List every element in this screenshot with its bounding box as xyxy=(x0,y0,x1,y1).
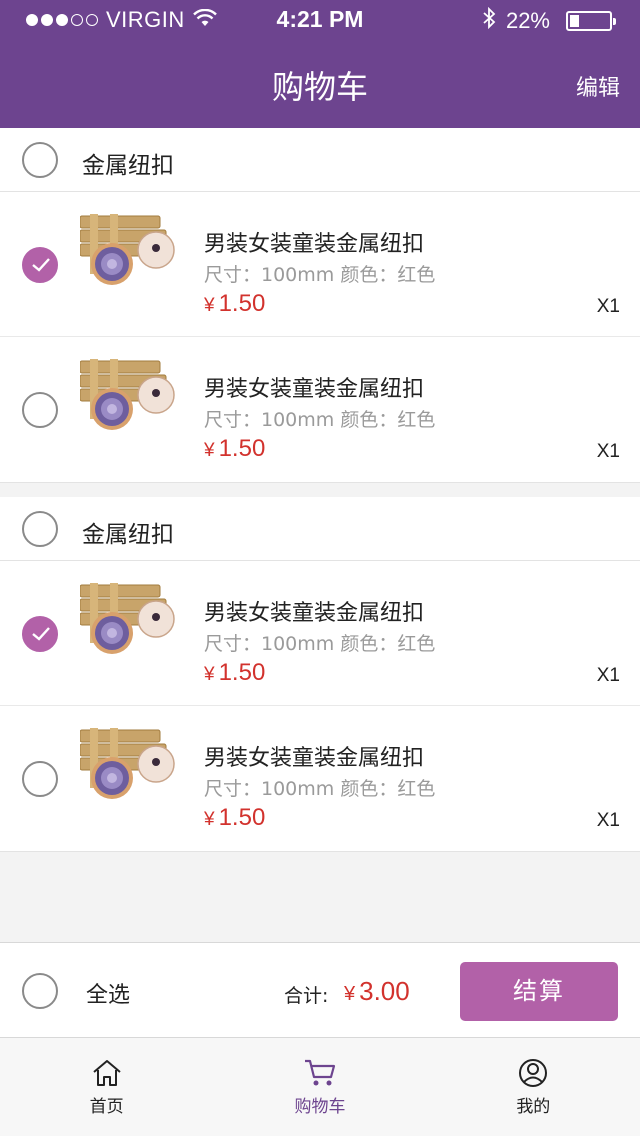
battery-percent: 22% xyxy=(505,8,550,33)
checkout-button[interactable]: 结算 xyxy=(460,962,618,1021)
tab-cart[interactable]: 购物车 xyxy=(213,1038,426,1136)
total-label: 合计: xyxy=(284,985,329,1007)
shop-select-checkbox[interactable] xyxy=(22,511,58,547)
product-price: ¥1.50 xyxy=(204,659,265,687)
price-value: 1.50 xyxy=(218,659,266,686)
tab-label: 购物车 xyxy=(294,1097,346,1117)
product-image[interactable] xyxy=(80,359,178,435)
product-title[interactable]: 男装女装童装金属纽扣 xyxy=(204,371,424,403)
product-quantity: X1 xyxy=(596,665,620,686)
select-all-checkbox[interactable] xyxy=(22,973,58,1009)
product-price: ¥1.50 xyxy=(204,804,265,832)
select-all-label[interactable]: 全选 xyxy=(86,977,130,1009)
item-select-checkbox[interactable] xyxy=(22,761,58,797)
item-select-checkbox[interactable] xyxy=(22,392,58,428)
tab-bar: 首页 购物车 我的 xyxy=(0,1038,640,1136)
total-price: ¥3.00 xyxy=(344,976,410,1007)
page-title: 购物车 xyxy=(271,68,368,106)
price-value: 1.50 xyxy=(218,290,266,317)
product-image[interactable] xyxy=(80,214,178,290)
cart-item: 男装女装童装金属纽扣 尺寸：100mm 颜色：红色 ¥1.50 X1 xyxy=(0,561,640,706)
currency-symbol: ¥ xyxy=(204,809,215,830)
product-quantity: X1 xyxy=(596,441,620,462)
checkout-bar: 全选 合计: ¥3.00 结算 xyxy=(0,942,640,1038)
edit-button[interactable]: 编辑 xyxy=(576,70,620,102)
product-title[interactable]: 男装女装童装金属纽扣 xyxy=(204,740,424,772)
bluetooth-icon xyxy=(482,6,496,35)
cart-list: 金属纽扣 男装女装童装金属纽扣 尺寸：100mm 颜色：红色 ¥ 1.50 X1… xyxy=(0,128,640,852)
shop-name: 金属纽扣 xyxy=(82,153,174,179)
currency-symbol: ¥ xyxy=(204,664,215,685)
product-image[interactable] xyxy=(80,583,178,659)
shop-header: 金属纽扣 xyxy=(0,128,640,192)
product-spec: 尺寸：100mm 颜色：红色 xyxy=(204,778,436,800)
product-spec: 尺寸：100mm 颜色：红色 xyxy=(204,264,436,286)
cart-item: 男装女装童装金属纽扣 尺寸：100mm 颜色：红色 ¥1.50 X1 xyxy=(0,192,640,337)
tab-label: 首页 xyxy=(89,1097,124,1117)
product-quantity: X1 xyxy=(596,810,620,831)
battery-icon xyxy=(566,11,616,31)
shop-header: 金属纽扣 xyxy=(0,497,640,561)
price-value: 1.50 xyxy=(218,435,266,462)
status-bar: VIRGIN 4:21 PM 22% xyxy=(0,0,640,40)
tab-home[interactable]: 首页 xyxy=(0,1038,213,1136)
shop-select-checkbox[interactable] xyxy=(22,142,58,178)
product-price: ¥1.50 xyxy=(204,435,265,463)
currency-symbol: ¥ xyxy=(204,295,215,316)
shop-name: 金属纽扣 xyxy=(82,522,174,548)
user-icon xyxy=(519,1059,548,1087)
item-select-checkbox[interactable] xyxy=(22,247,58,283)
tab-mine[interactable]: 我的 xyxy=(427,1038,640,1136)
price-value: 1.50 xyxy=(218,804,266,831)
item-select-checkbox[interactable] xyxy=(22,616,58,652)
total-value: 3.00 xyxy=(359,976,410,1006)
tab-label: 我的 xyxy=(516,1097,551,1117)
currency-symbol: ¥ xyxy=(344,983,356,1005)
cart-item: 男装女装童装金属纽扣 尺寸：100mm 颜色：红色 ¥1.50 X1 xyxy=(0,706,640,851)
cart-item: 男装女装童装金属纽扣 尺寸：100mm 颜色：红色 ¥1.50 X1 xyxy=(0,337,640,482)
product-spec: 尺寸：100mm 颜色：红色 xyxy=(204,409,436,431)
shop-group: 金属纽扣 男装女装童装金属纽扣 尺寸：100mm 颜色：红色 ¥ 1.50 X1… xyxy=(0,128,640,483)
shop-group: 金属纽扣 男装女装童装金属纽扣 尺寸：100mm 颜色：红色 ¥ 1.50 X1… xyxy=(0,497,640,852)
product-quantity: X1 xyxy=(596,296,620,317)
product-image[interactable] xyxy=(80,728,178,804)
product-title[interactable]: 男装女装童装金属纽扣 xyxy=(204,226,424,258)
product-price: ¥1.50 xyxy=(204,290,265,318)
product-spec: 尺寸：100mm 颜色：红色 xyxy=(204,633,436,655)
home-icon xyxy=(93,1060,121,1086)
cart-icon xyxy=(304,1059,336,1086)
product-title[interactable]: 男装女装童装金属纽扣 xyxy=(204,595,424,627)
header: VIRGIN 4:21 PM 22% 购物车 编辑 xyxy=(0,0,640,128)
currency-symbol: ¥ xyxy=(204,440,215,461)
